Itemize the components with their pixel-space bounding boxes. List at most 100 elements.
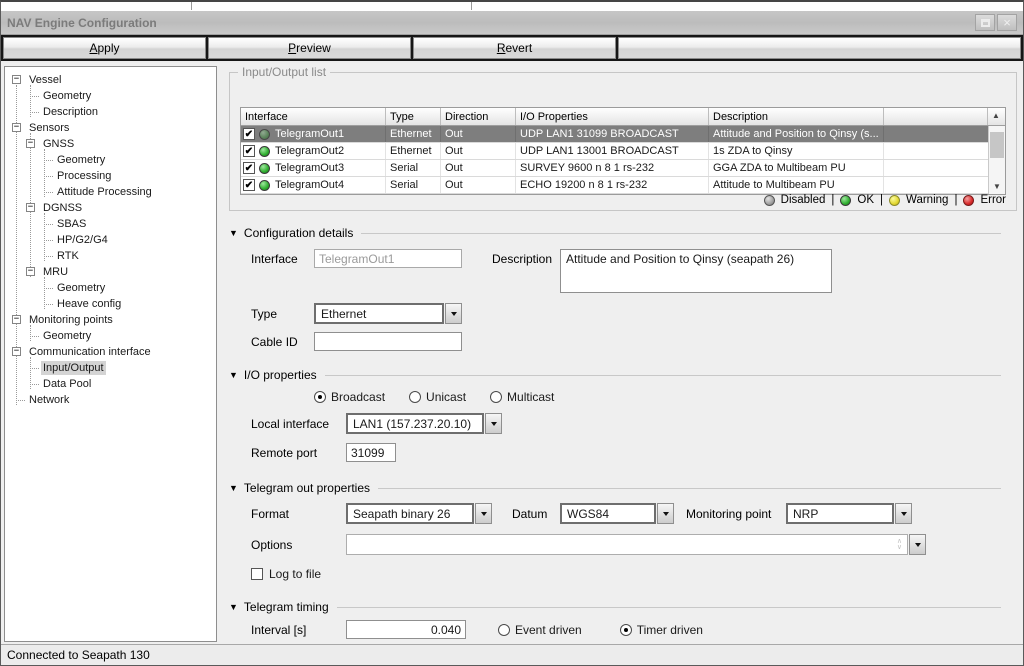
options-combo[interactable]: ∧∨	[346, 534, 926, 555]
preview-button[interactable]: Preview	[208, 37, 411, 59]
tree-item-network[interactable]: Network	[5, 392, 216, 408]
row-enabled-checkbox[interactable]: ✔	[243, 162, 255, 174]
tree-item-sbas[interactable]: SBAS	[5, 216, 216, 232]
section-divider	[337, 607, 1001, 608]
radio-icon	[409, 391, 421, 403]
collapse-box-icon[interactable]: −	[12, 123, 21, 132]
apply-button[interactable]: Apply	[3, 37, 206, 59]
local-interface-select[interactable]: LAN1 (157.237.20.10)	[346, 413, 502, 434]
column-header-description[interactable]: Description	[709, 108, 884, 125]
tree-item-gnss[interactable]: −GNSS	[5, 136, 216, 152]
tree-item-monitoring-points[interactable]: −Monitoring points	[5, 312, 216, 328]
spinner-icon[interactable]: ∧∨	[897, 539, 902, 551]
table-row[interactable]: ✔TelegramOut2 Ethernet Out UDP LAN1 1300…	[241, 143, 988, 160]
type-select[interactable]: Ethernet	[314, 303, 462, 324]
row-enabled-checkbox[interactable]: ✔	[243, 145, 255, 157]
datum-select[interactable]: WGS84	[560, 503, 674, 524]
tree-item-heave-config[interactable]: Heave config	[5, 296, 216, 312]
tree-item-label: RTK	[55, 249, 81, 263]
collapse-box-icon[interactable]: −	[26, 267, 35, 276]
unicast-radio[interactable]: Unicast	[409, 390, 466, 404]
description-field[interactable]: Attitude and Position to Qinsy (seapath …	[560, 249, 832, 293]
close-button[interactable]: ×	[997, 14, 1017, 31]
tree-item-monitoring-geometry[interactable]: Geometry	[5, 328, 216, 344]
tree-item-gnss-geometry[interactable]: Geometry	[5, 152, 216, 168]
collapse-triangle-icon[interactable]: ▼	[229, 483, 238, 493]
scroll-up-icon[interactable]: ▲	[988, 108, 1004, 123]
tree-stub	[44, 192, 53, 193]
section-header: ▼ Telegram out properties	[229, 481, 1001, 495]
tree-item-communication-interface[interactable]: −Communication interface	[5, 344, 216, 360]
collapse-box-icon[interactable]: −	[26, 203, 35, 212]
navigation-tree: −Vessel Geometry Description −Sensors −G…	[5, 72, 216, 408]
type-cell: Ethernet	[386, 126, 441, 142]
collapse-triangle-icon[interactable]: ▼	[229, 602, 238, 612]
maximize-button[interactable]	[975, 14, 995, 31]
dropdown-button[interactable]	[445, 303, 462, 324]
tree-item-dgnss[interactable]: −DGNSS	[5, 200, 216, 216]
table-row[interactable]: ✔TelegramOut3 Serial Out SURVEY 9600 n 8…	[241, 160, 988, 177]
frame-tick	[471, 2, 472, 10]
dropdown-button[interactable]	[657, 503, 674, 524]
tree-item-gnss-processing[interactable]: Processing	[5, 168, 216, 184]
row-enabled-checkbox[interactable]: ✔	[243, 128, 255, 140]
column-header-interface[interactable]: Interface	[241, 108, 386, 125]
direction-cell: Out	[441, 177, 516, 193]
tree-stub	[30, 384, 39, 385]
monitoring-point-select[interactable]: NRP	[786, 503, 912, 524]
tree-item-input-output[interactable]: Input/Output	[5, 360, 216, 376]
options-label: Options	[251, 538, 346, 552]
format-select[interactable]: Seapath binary 26	[346, 503, 492, 524]
tree-item-label: Geometry	[55, 281, 107, 295]
log-to-file-checkbox[interactable]: Log to file	[251, 567, 321, 581]
timer-driven-radio[interactable]: Timer driven	[620, 623, 703, 637]
tree-item-attitude-processing[interactable]: Attitude Processing	[5, 184, 216, 200]
interval-label: Interval [s]	[251, 623, 346, 637]
tree-stub	[16, 400, 25, 401]
dropdown-button[interactable]	[475, 503, 492, 524]
row-enabled-checkbox[interactable]: ✔	[243, 179, 255, 191]
chevron-down-icon	[491, 422, 497, 429]
column-header-direction[interactable]: Direction	[441, 108, 516, 125]
event-driven-radio[interactable]: Event driven	[498, 623, 582, 637]
interval-field[interactable]: 0.040	[346, 620, 466, 639]
collapse-triangle-icon[interactable]: ▼	[229, 370, 238, 380]
table-scrollbar[interactable]: ▼	[988, 126, 1005, 194]
tree-item-data-pool[interactable]: Data Pool	[5, 376, 216, 392]
table-row[interactable]: ✔TelegramOut4 Serial Out ECHO 19200 n 8 …	[241, 177, 988, 194]
collapse-triangle-icon[interactable]: ▼	[229, 228, 238, 238]
tree-item-mru[interactable]: −MRU	[5, 264, 216, 280]
scrollbar-thumb[interactable]	[990, 132, 1004, 158]
io-table: Interface Type Direction I/O Properties …	[240, 107, 1006, 195]
column-header-type[interactable]: Type	[386, 108, 441, 125]
tree-item-vessel[interactable]: −Vessel	[5, 72, 216, 88]
dropdown-button[interactable]	[895, 503, 912, 524]
tree-item-rtk[interactable]: RTK	[5, 248, 216, 264]
collapse-box-icon[interactable]: −	[12, 347, 21, 356]
remote-port-field[interactable]: 31099	[346, 443, 396, 462]
dropdown-button[interactable]	[485, 413, 502, 434]
table-row[interactable]: ✔TelegramOut1 Ethernet Out UDP LAN1 3109…	[241, 126, 988, 143]
dropdown-button[interactable]	[909, 534, 926, 555]
status-ok-icon	[259, 129, 270, 140]
revert-button[interactable]: Revert	[413, 37, 616, 59]
tree-item-vessel-geometry[interactable]: Geometry	[5, 88, 216, 104]
cable-id-field[interactable]	[314, 332, 462, 351]
collapse-box-icon[interactable]: −	[26, 139, 35, 148]
telegram-out-properties-section: ▼ Telegram out properties Format Seapath…	[229, 481, 1001, 581]
tree-stub	[44, 160, 53, 161]
collapse-box-icon[interactable]: −	[12, 315, 21, 324]
tree-item-mru-geometry[interactable]: Geometry	[5, 280, 216, 296]
log-to-file-label: Log to file	[269, 567, 321, 581]
collapse-box-icon[interactable]: −	[12, 75, 21, 84]
preview-button-label: review	[296, 41, 331, 55]
column-header-io-properties[interactable]: I/O Properties	[516, 108, 709, 125]
tree-item-label: Geometry	[55, 153, 107, 167]
broadcast-radio[interactable]: Broadcast	[314, 390, 385, 404]
scroll-down-icon[interactable]: ▼	[989, 179, 1005, 194]
multicast-radio[interactable]: Multicast	[490, 390, 554, 404]
tree-item-hp-g2-g4[interactable]: HP/G2/G4	[5, 232, 216, 248]
broadcast-label: Broadcast	[331, 390, 385, 404]
tree-item-vessel-description[interactable]: Description	[5, 104, 216, 120]
tree-item-sensors[interactable]: −Sensors	[5, 120, 216, 136]
